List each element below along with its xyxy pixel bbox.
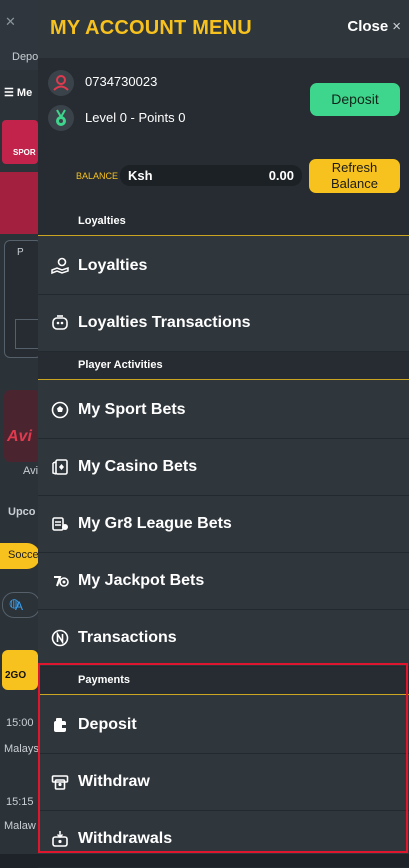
menu-item-transactions[interactable]: Transactions (38, 610, 409, 667)
bg-deposit-label: Depo (12, 51, 39, 63)
account-menu-drawer: MY ACCOUNT MENU Close × 0734730023 Level … (38, 0, 409, 868)
user-icon (48, 70, 74, 96)
menu-item-deposit[interactable]: Deposit (38, 697, 409, 754)
wallet-icon (54, 718, 66, 732)
drawer-title: MY ACCOUNT MENU (50, 17, 252, 39)
coin-icon (51, 629, 69, 647)
soccer-ball-icon (51, 401, 69, 419)
medal-icon (48, 105, 74, 131)
balance-amount: 0.00 (268, 168, 294, 183)
league-icon (52, 517, 68, 531)
refresh-balance-button[interactable]: Refresh Balance (309, 159, 400, 193)
balance-label: BALANCE (76, 171, 119, 181)
balance-currency: Ksh (128, 168, 153, 183)
bg-globe-chip: ◍ A (2, 592, 40, 618)
balance-display: Ksh 0.00 (120, 165, 302, 186)
menu-item-withdrawals[interactable]: Withdrawals (38, 811, 409, 868)
menu-item-label: Withdrawals (78, 830, 173, 847)
account-phone: 0734730023 (85, 74, 158, 89)
menu-item-label: Deposit (78, 716, 137, 733)
hand-coin-icon (51, 257, 69, 275)
section-header-player-activities: Player Activities (38, 352, 409, 380)
menu-item-my-sport-bets[interactable]: My Sport Bets (38, 382, 409, 439)
menu-item-label: My Jackpot Bets (78, 572, 205, 589)
menu-item-label: Loyalties Transactions (78, 314, 251, 331)
menu-item-my-jackpot-bets[interactable]: My Jackpot Bets (38, 553, 409, 610)
menu-item-label: Loyalties (78, 257, 148, 274)
bg-league: Malays (4, 743, 39, 755)
bg-promo-logo: 2GO (2, 650, 38, 690)
bg-game-tile: Avi (4, 390, 40, 462)
level-points: Level 0 - Points 0 (85, 110, 186, 125)
bg-sports-tile: SPOR (2, 120, 38, 164)
menu-item-loyalties[interactable]: Loyalties (38, 238, 409, 295)
bg-soccer-chip: Socce (0, 543, 40, 569)
drawer-header: MY ACCOUNT MENU Close × (38, 0, 409, 58)
account-summary: 0734730023 Level 0 - Points 0 Deposit BA… (38, 58, 409, 208)
bg-close-icon: ✕ (5, 14, 16, 29)
bg-game-label: Avi (23, 465, 39, 477)
piggy-icon (52, 315, 68, 330)
bg-time: 15:00 (6, 717, 34, 729)
menu-item-label: My Sport Bets (78, 401, 186, 418)
close-button[interactable]: Close × (347, 18, 401, 35)
atm-icon (51, 775, 69, 790)
deposit-button[interactable]: Deposit (310, 83, 400, 116)
cards-icon (52, 459, 68, 475)
section-header-loyalties: Loyalties (38, 208, 409, 236)
bg-time: 15:15 (6, 796, 34, 808)
cash-box-icon (52, 831, 68, 847)
section-header-payments: Payments (38, 667, 409, 695)
menu-item-label: Transactions (78, 629, 177, 646)
bg-card: P (4, 240, 42, 358)
menu-item-my-gr8-league-bets[interactable]: My Gr8 League Bets (38, 496, 409, 553)
close-icon[interactable]: × (392, 18, 401, 35)
bg-upcoming-label: Upco (8, 506, 36, 518)
menu-item-label: My Gr8 League Bets (78, 515, 232, 532)
bg-league: Malaw (4, 820, 36, 832)
bg-menu-label: ☰ Me (4, 87, 33, 99)
menu-item-withdraw[interactable]: Withdraw (38, 754, 409, 811)
jackpot-icon (54, 576, 69, 587)
menu-item-loyalties-transactions[interactable]: Loyalties Transactions (38, 295, 409, 352)
bg-banner (0, 172, 40, 234)
menu-item-my-casino-bets[interactable]: My Casino Bets (38, 439, 409, 496)
menu-item-label: My Casino Bets (78, 458, 198, 475)
menu-item-label: Withdraw (78, 773, 150, 790)
